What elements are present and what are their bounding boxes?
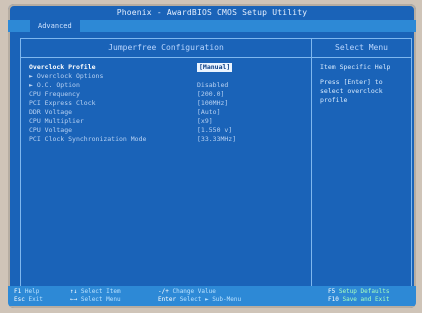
setting-label: CPU Voltage	[29, 126, 73, 134]
key-f5: F5	[328, 288, 336, 295]
window-title: Phoenix - AwardBIOS CMOS Setup Utility	[116, 8, 308, 17]
setting-row-pci-clock-sync-mode[interactable]: PCI Clock Synchronization Mode [33.33MHz…	[29, 135, 309, 144]
key-leftright-desc: Select Menu	[80, 296, 121, 303]
legend-group-3: -/+ Change Value Enter Select ► Sub-Menu	[158, 288, 241, 304]
setting-label: Overclock Profile	[29, 63, 96, 71]
setting-value[interactable]: [x9]	[197, 117, 213, 126]
key-plusminus: -/+	[158, 288, 169, 295]
key-esc-desc: Exit	[28, 296, 43, 303]
setting-value[interactable]: [Auto]	[197, 108, 220, 117]
setting-row-pci-express-clock[interactable]: PCI Express Clock [100MHz]	[29, 99, 309, 108]
key-legend: F1 Help Esc Exit ↑↓ Select Item ←→ Selec…	[8, 286, 416, 306]
setting-value[interactable]: [Manual]	[197, 63, 233, 72]
settings-column: Jumperfree Configuration Overclock Profi…	[21, 39, 312, 291]
setting-row-overclock-options[interactable]: ► Overclock Options	[29, 72, 309, 81]
key-f1-desc: Help	[24, 288, 40, 295]
key-plusminus-desc: Change Value	[172, 288, 216, 295]
bios-screen: Phoenix - AwardBIOS CMOS Setup Utility A…	[8, 4, 416, 308]
setting-row-cpu-multiplier[interactable]: CPU Multiplier [x9]	[29, 117, 309, 126]
setting-value[interactable]: [33.33MHz]	[197, 135, 236, 144]
section-header: Jumperfree Configuration	[21, 39, 311, 58]
setting-label: ► O.C. Option	[29, 81, 80, 89]
legend-group-4: F5 Setup Defaults F10 Save and Exit	[328, 288, 389, 304]
setting-label: CPU Multiplier	[29, 117, 84, 125]
help-column: Select Menu Item Specific Help Press [En…	[312, 39, 411, 291]
setting-label: CPU Frequency	[29, 90, 80, 98]
key-leftright: ←→	[70, 296, 78, 303]
setting-value[interactable]: [1.550 v]	[197, 126, 232, 135]
help-header: Select Menu	[312, 39, 411, 58]
key-f1: F1	[14, 288, 22, 295]
help-title: Item Specific Help	[320, 63, 391, 71]
key-f10: F10	[328, 296, 339, 303]
tab-bar: Advanced	[8, 20, 416, 32]
key-updown-desc: Select Item	[80, 288, 121, 295]
key-updown: ↑↓	[70, 288, 78, 295]
setting-row-oc-option[interactable]: ► O.C. Option Disabled	[29, 81, 309, 90]
setting-value: Disabled	[197, 81, 229, 89]
help-description: Press [Enter] to select overclock profil…	[320, 78, 383, 104]
setting-label: PCI Clock Synchronization Mode	[29, 135, 147, 143]
main-panel: Jumperfree Configuration Overclock Profi…	[20, 38, 412, 292]
setting-row-cpu-frequency[interactable]: CPU Frequency [200.0]	[29, 90, 309, 99]
setting-label: PCI Express Clock	[29, 99, 96, 107]
settings-list: Overclock Profile [Manual] ► Overclock O…	[29, 63, 309, 144]
help-text: Item Specific Help Press [Enter] to sele…	[320, 63, 406, 111]
key-enter: Enter	[158, 296, 177, 303]
key-f10-desc: Save and Exit	[342, 296, 390, 303]
setting-row-ddr-voltage[interactable]: DDR Voltage [Auto]	[29, 108, 309, 117]
setting-row-overclock-profile[interactable]: Overclock Profile [Manual]	[29, 63, 309, 72]
legend-group-1: F1 Help Esc Exit	[14, 288, 43, 304]
key-esc: Esc	[14, 296, 25, 303]
key-f5-desc: Setup Defaults	[338, 288, 390, 295]
key-enter-desc: Select ► Sub-Menu	[179, 296, 242, 303]
setting-value[interactable]: [100MHz]	[197, 99, 228, 108]
setting-label: ► Overclock Options	[29, 72, 104, 80]
legend-group-2: ↑↓ Select Item ←→ Select Menu	[70, 288, 121, 304]
tab-advanced[interactable]: Advanced	[30, 20, 80, 32]
setting-row-cpu-voltage[interactable]: CPU Voltage [1.550 v]	[29, 126, 309, 135]
setting-label: DDR Voltage	[29, 108, 73, 116]
setting-value[interactable]: [200.0]	[197, 90, 224, 99]
